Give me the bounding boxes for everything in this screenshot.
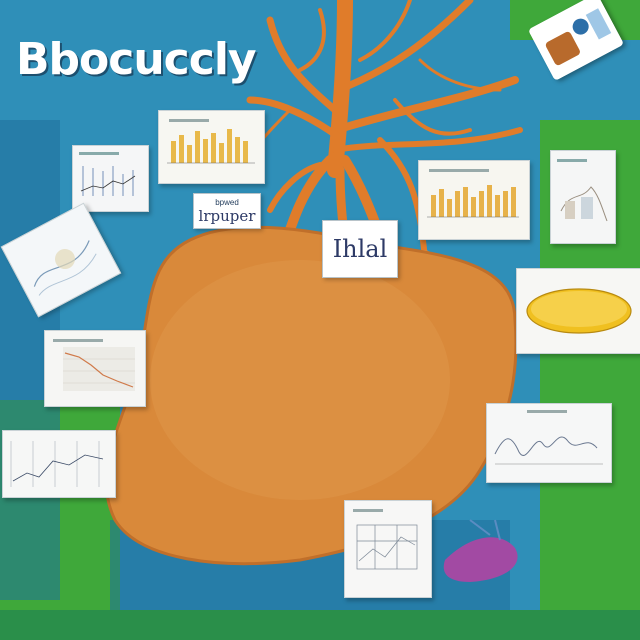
- label-card-ihlal: Ihlal: [322, 220, 398, 278]
- bar-chart-card-right: [418, 160, 530, 240]
- label-card-bpwed: bpwed lrpuper: [193, 193, 261, 229]
- wave-chart-card-right: [486, 403, 612, 483]
- scatter-card-bottom-left: [2, 430, 116, 498]
- label-card-ihlal-text: Ihlal: [332, 235, 388, 263]
- dish-card-right: [516, 268, 640, 354]
- bar-chart-card-top: [158, 110, 265, 184]
- label-card-line1: bpwed: [215, 197, 239, 207]
- diagram-card-right: [550, 150, 616, 244]
- schematic-card-bottom: [344, 500, 432, 598]
- label-card-line2: lrpuper: [198, 206, 256, 225]
- line-chart-card-mid-left: [44, 330, 146, 407]
- page-title: Bbocuccly: [16, 34, 257, 85]
